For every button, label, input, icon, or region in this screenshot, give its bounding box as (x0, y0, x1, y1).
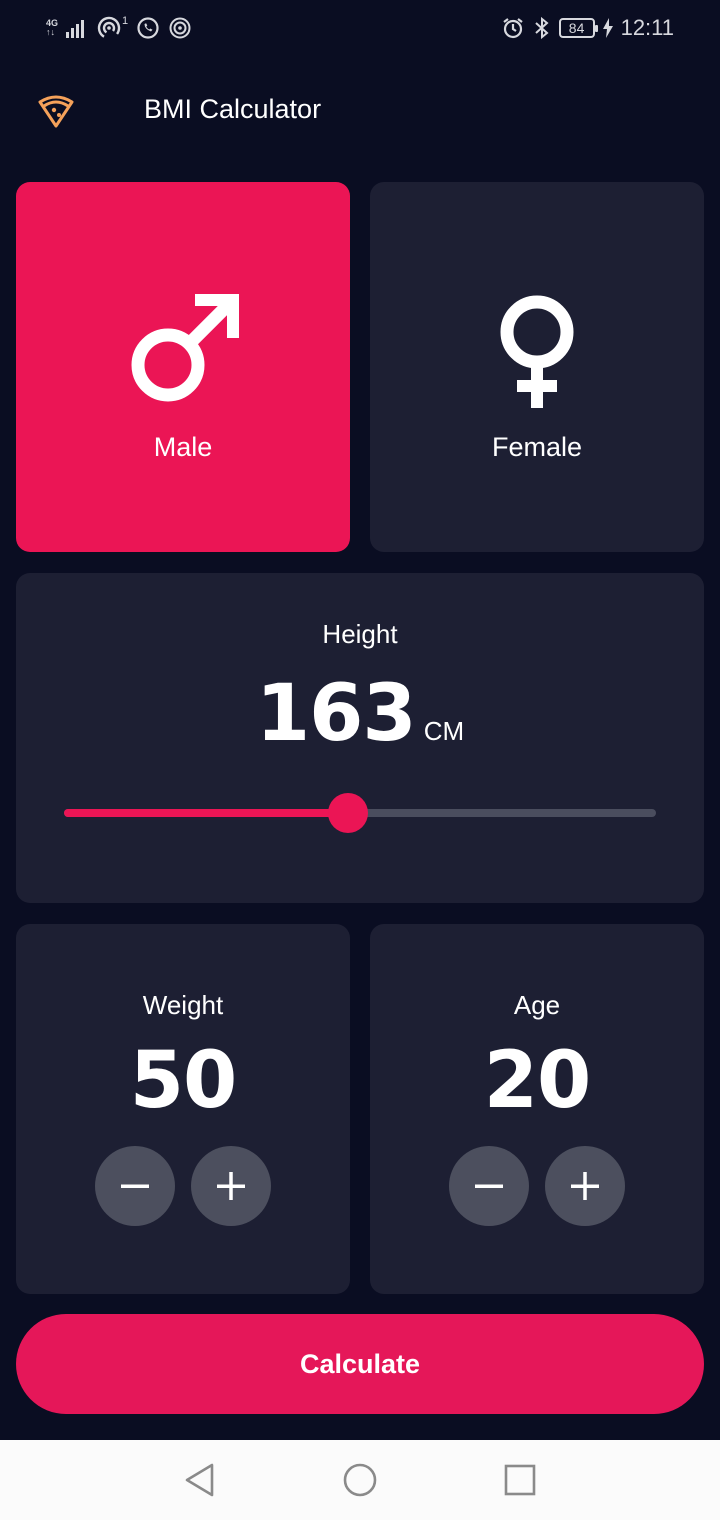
status-bar: 4G ↑↓ 1 84 12:11 (0, 0, 720, 56)
battery-level: 84 (568, 20, 585, 36)
hotspot-icon (97, 16, 121, 40)
minus-icon (121, 1184, 149, 1188)
height-value: 163 (255, 669, 417, 759)
height-unit: CM (423, 716, 465, 746)
status-right: 84 12:11 (501, 15, 674, 41)
female-label: Female (491, 432, 583, 462)
network-type: 4G ↑↓ (46, 18, 59, 37)
male-icon (131, 294, 239, 402)
status-time: 12:11 (620, 15, 674, 40)
height-slider[interactable] (64, 793, 656, 833)
age-decrement-button[interactable] (449, 1146, 529, 1226)
height-label: Height (322, 619, 398, 649)
minus-icon (475, 1184, 503, 1188)
signal-icon (66, 20, 85, 38)
slider-fill (64, 809, 349, 817)
weight-increment-button[interactable] (191, 1146, 271, 1226)
height-value-row: 163 CM (16, 669, 704, 759)
navigation-bar (0, 1440, 720, 1520)
battery-icon: 84 (558, 18, 598, 38)
app-bar: BMI Calculator (0, 56, 720, 164)
pizza-icon (38, 95, 74, 128)
weight-value: 50 (129, 1036, 238, 1126)
slider-thumb[interactable] (328, 793, 369, 833)
wireless-icon (169, 17, 191, 39)
bluetooth-icon (534, 16, 549, 40)
age-card: Age 20 (370, 924, 704, 1294)
calculate-button[interactable]: Calculate (16, 1314, 704, 1414)
status-left: 4G ↑↓ 1 (46, 15, 192, 41)
whatsapp-icon (137, 17, 159, 39)
male-card[interactable]: Male (16, 182, 350, 552)
charging-icon (602, 18, 613, 38)
app-title: BMI Calculator (144, 94, 322, 124)
age-value: 20 (483, 1036, 592, 1126)
age-increment-button[interactable] (545, 1146, 625, 1226)
alarm-icon (502, 18, 523, 39)
weight-card: Weight 50 (16, 924, 350, 1294)
plus-icon (571, 1172, 599, 1200)
weight-decrement-button[interactable] (95, 1146, 175, 1226)
plus-icon (217, 1172, 245, 1200)
home-icon[interactable] (342, 1462, 378, 1498)
female-card[interactable]: Female (370, 182, 704, 552)
female-icon (500, 295, 574, 408)
age-label: Age (513, 990, 561, 1020)
hotspot-count: 1 (122, 15, 129, 27)
recents-icon[interactable] (502, 1462, 538, 1498)
weight-label: Weight (142, 990, 224, 1020)
height-card: Height 163 CM (16, 573, 704, 903)
back-icon[interactable] (182, 1462, 218, 1498)
male-label: Male (153, 432, 213, 462)
